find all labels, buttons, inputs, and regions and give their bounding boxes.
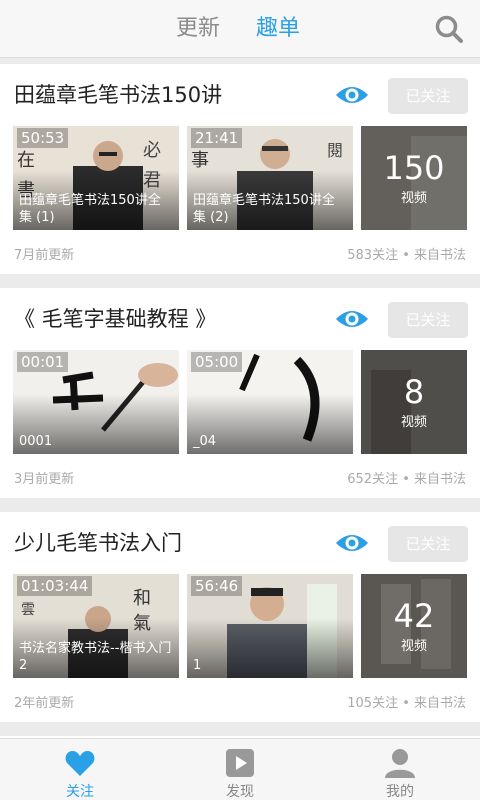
video-duration: 00:01: [17, 352, 69, 372]
eye-icon[interactable]: [334, 82, 370, 108]
nav-label: 关注: [66, 784, 94, 800]
play-icon: [226, 749, 254, 777]
video-thumbnail[interactable]: 05:00 _04: [187, 350, 353, 454]
video-duration: 56:46: [191, 576, 243, 596]
person-icon: [385, 749, 415, 778]
video-caption: 书法名家教书法--楷书入门2: [19, 641, 172, 673]
tab-lists[interactable]: 趣单: [256, 14, 300, 44]
video-caption: 0001: [19, 434, 53, 449]
nav-item-following[interactable]: 关注: [0, 739, 160, 800]
playlist-title: 田蕴章毛笔书法150讲: [14, 83, 223, 107]
playlist-title: 《 毛笔字基础教程 》: [14, 307, 217, 331]
video-thumbnail[interactable]: 在 書 必 君 50:53 田蕴章毛笔书法150讲全集 (1): [13, 126, 179, 230]
video-count-tile[interactable]: 8 视频: [361, 350, 467, 454]
playlist-card[interactable]: 少儿毛笔书法入门 已关注 和 氣 雲 01:03:44 书法名家教书法--楷书入…: [0, 512, 480, 722]
video-thumbnail[interactable]: 和 氣 雲 01:03:44 书法名家教书法--楷书入门2: [13, 574, 179, 678]
bottom-navigation: 关注 发现 我的: [0, 738, 480, 800]
heart-icon: [65, 751, 95, 776]
nav-label: 我的: [386, 784, 414, 800]
video-count-tile[interactable]: 150 视频: [361, 126, 467, 230]
top-header: 更新 趣单: [0, 0, 480, 58]
svg-text:雲: 雲: [21, 602, 35, 618]
video-thumbnail[interactable]: 56:46 1: [187, 574, 353, 678]
playlist-card[interactable]: 《 毛笔字基础教程 》 已关注 00:01 0001 05:00 _04 8 视…: [0, 288, 480, 498]
followers-source: 652关注 • 来自书法: [347, 472, 466, 487]
video-count: 150: [383, 149, 445, 187]
video-count-label: 视频: [400, 415, 427, 430]
video-count: 8: [403, 373, 425, 411]
video-thumbnail[interactable]: 事 閱 21:41 田蕴章毛笔书法150讲全集 (2): [187, 126, 353, 230]
nav-item-discover[interactable]: 发现: [160, 739, 320, 800]
eye-icon[interactable]: [334, 306, 370, 332]
video-caption: _04: [193, 434, 217, 449]
video-count-label: 视频: [400, 191, 427, 206]
svg-text:必: 必: [143, 140, 161, 161]
video-duration: 05:00: [191, 352, 243, 372]
updated-time: 2年前更新: [14, 696, 75, 711]
followed-button[interactable]: 已关注: [388, 78, 468, 114]
video-count-tile[interactable]: 42 视频: [361, 574, 467, 678]
updated-time: 7月前更新: [14, 248, 75, 263]
video-caption: 1: [193, 658, 202, 673]
svg-text:和: 和: [133, 588, 151, 609]
followers-source: 583关注 • 来自书法: [347, 248, 466, 263]
eye-icon[interactable]: [334, 530, 370, 556]
video-duration: 01:03:44: [17, 576, 93, 596]
playlist-title: 少儿毛笔书法入门: [14, 531, 182, 555]
video-caption: 田蕴章毛笔书法150讲全集 (1): [19, 193, 161, 225]
svg-text:閱: 閱: [327, 141, 343, 160]
followed-button[interactable]: 已关注: [388, 302, 468, 338]
video-count: 42: [393, 597, 435, 635]
video-duration: 21:41: [191, 128, 243, 148]
svg-text:在: 在: [17, 150, 35, 171]
playlist-card[interactable]: 田蕴章毛笔书法150讲 已关注 在 書 必 君 50:53 田蕴章毛笔书法150…: [0, 64, 480, 274]
followed-button[interactable]: 已关注: [388, 526, 468, 562]
followers-source: 105关注 • 来自书法: [347, 696, 466, 711]
video-count-label: 视频: [400, 639, 427, 654]
video-duration: 50:53: [17, 128, 69, 148]
nav-item-me[interactable]: 我的: [320, 739, 480, 800]
video-thumbnail[interactable]: 00:01 0001: [13, 350, 179, 454]
video-caption: 田蕴章毛笔书法150讲全集 (2): [193, 193, 335, 225]
updated-time: 3月前更新: [14, 472, 75, 487]
nav-label: 发现: [226, 784, 254, 800]
tab-updates[interactable]: 更新: [176, 14, 220, 44]
search-icon[interactable]: [434, 14, 464, 44]
svg-text:事: 事: [191, 150, 209, 171]
